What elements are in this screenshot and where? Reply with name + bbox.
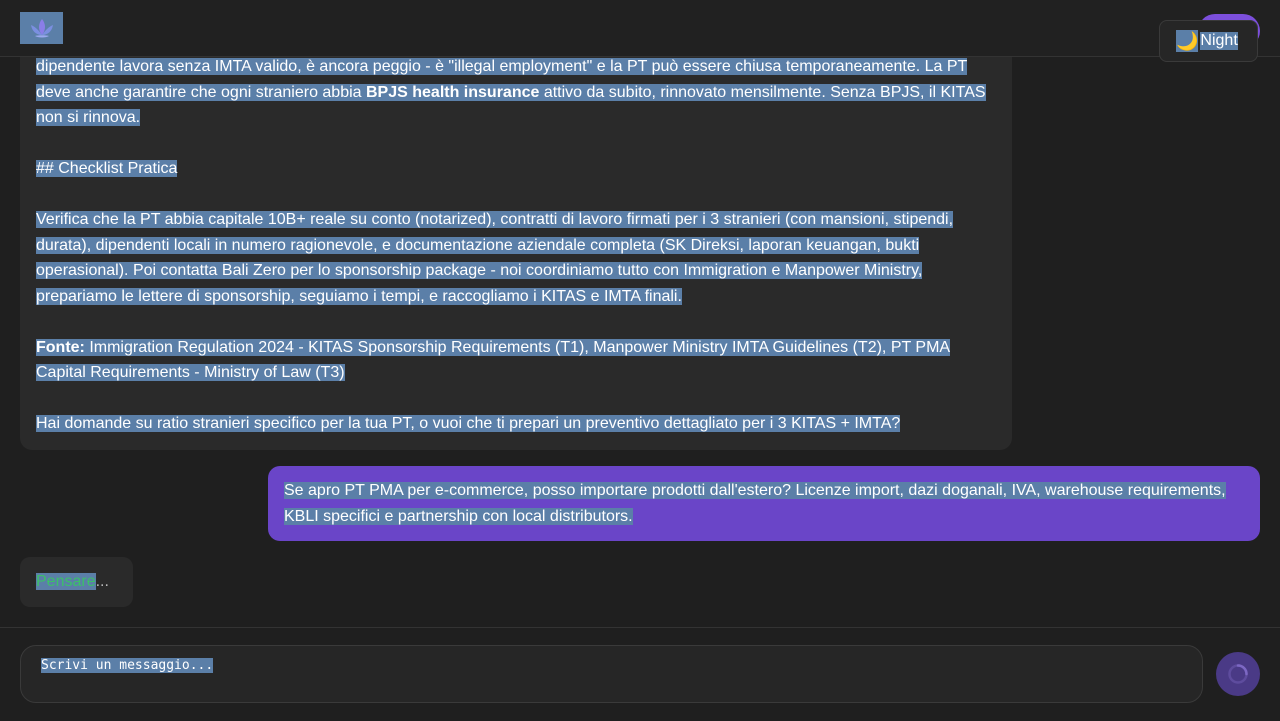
assistant-paragraph-1: dipendente lavora senza IMTA valido, è a… xyxy=(36,54,996,131)
assistant-paragraph-1-bold: BPJS health insurance xyxy=(366,83,540,101)
user-message-content: Se apro PT PMA per e-commerce, posso imp… xyxy=(284,478,1250,530)
message-input-placeholder: Scrivi un messaggio... xyxy=(41,656,214,675)
moon-icon: 🌙 xyxy=(1176,30,1199,52)
send-button[interactable] xyxy=(1216,652,1260,696)
assistant-message-content: dipendente lavora senza IMTA valido, è a… xyxy=(36,54,996,437)
message-input-placeholder-text: Scrivi un messaggio... xyxy=(41,658,214,673)
typing-dots: ... xyxy=(95,573,109,590)
assistant-source-text: Immigration Regulation 2024 - KITAS Spon… xyxy=(36,338,951,381)
assistant-question-text: Hai domande su ratio stranieri specifico… xyxy=(36,415,901,432)
typing-indicator-content: Pensare... xyxy=(36,568,109,596)
typing-label: Pensare xyxy=(36,573,96,590)
assistant-source-label: Fonte: xyxy=(36,338,85,356)
assistant-heading: ## Checklist Pratica xyxy=(36,156,996,182)
app-header: 🌙 Night xyxy=(0,0,1280,62)
assistant-heading-text: ## Checklist Pratica xyxy=(36,160,178,177)
lotus-logo-icon xyxy=(30,19,53,38)
theme-toggle-button[interactable]: 🌙 Night xyxy=(1159,20,1258,62)
loading-spinner-icon xyxy=(1228,664,1248,684)
theme-toggle-label: Night xyxy=(1200,32,1238,50)
user-message-text: Se apro PT PMA per e-commerce, posso imp… xyxy=(284,482,1226,525)
assistant-question: Hai domande su ratio stranieri specifico… xyxy=(36,411,996,437)
assistant-source: Fonte: Immigration Regulation 2024 - KIT… xyxy=(36,335,996,386)
assistant-paragraph-2: Verifica che la PT abbia capitale 10B+ r… xyxy=(36,207,996,309)
app-logo[interactable] xyxy=(20,12,63,44)
assistant-paragraph-2-text: Verifica che la PT abbia capitale 10B+ r… xyxy=(36,211,954,305)
